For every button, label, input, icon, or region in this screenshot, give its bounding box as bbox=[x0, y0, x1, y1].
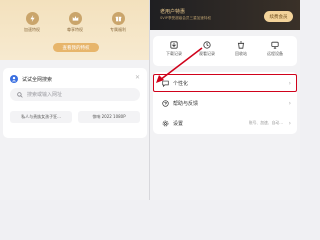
crown-icon bbox=[68, 12, 82, 25]
search-input[interactable]: 搜索或输入网址 bbox=[10, 88, 140, 101]
perk-item[interactable]: 专属福利 bbox=[103, 12, 133, 33]
bolt-icon bbox=[25, 12, 39, 25]
perk-label: 尊享特权 bbox=[67, 27, 83, 32]
close-icon[interactable]: ✕ bbox=[135, 74, 140, 81]
perk-item[interactable]: 尊享特权 bbox=[60, 12, 90, 33]
perk-label: 专属福利 bbox=[110, 27, 126, 32]
card-title: 试试全网搜索 bbox=[22, 76, 53, 83]
annotation-arrow bbox=[156, 47, 203, 83]
perk-label: 加速特权 bbox=[24, 27, 40, 32]
search-placeholder: 搜索或输入网址 bbox=[27, 92, 63, 98]
view-privileges-button[interactable]: 查看我的特权 bbox=[53, 43, 99, 52]
right-screen: 老用户特惠 SVIP享受超级会员三重加速特权 续费会员 下载记录 观看记录 回收… bbox=[150, 0, 300, 200]
perk-item[interactable]: 加速特权 bbox=[17, 12, 47, 33]
user-icon bbox=[10, 75, 18, 83]
left-screen: 加速特权 尊享特权 专属福利 查看我的特权 试试全网搜索 ✕ 搜索或输入网址 私… bbox=[0, 0, 150, 200]
vip-privilege-card: 加速特权 尊享特权 专属福利 查看我的特权 bbox=[0, 0, 150, 60]
search-suggestion-chip[interactable]: 惊响 2022 1080P bbox=[78, 111, 140, 123]
web-search-card: 试试全网搜索 ✕ 搜索或输入网址 私人与贵族女孩子狂... 惊响 2022 10… bbox=[3, 68, 147, 138]
search-icon bbox=[17, 91, 23, 98]
gift-icon bbox=[111, 12, 125, 25]
card-title-row: 试试全网搜索 bbox=[10, 75, 52, 83]
search-suggestion-chip[interactable]: 私人与贵族女孩子狂... bbox=[10, 111, 72, 123]
